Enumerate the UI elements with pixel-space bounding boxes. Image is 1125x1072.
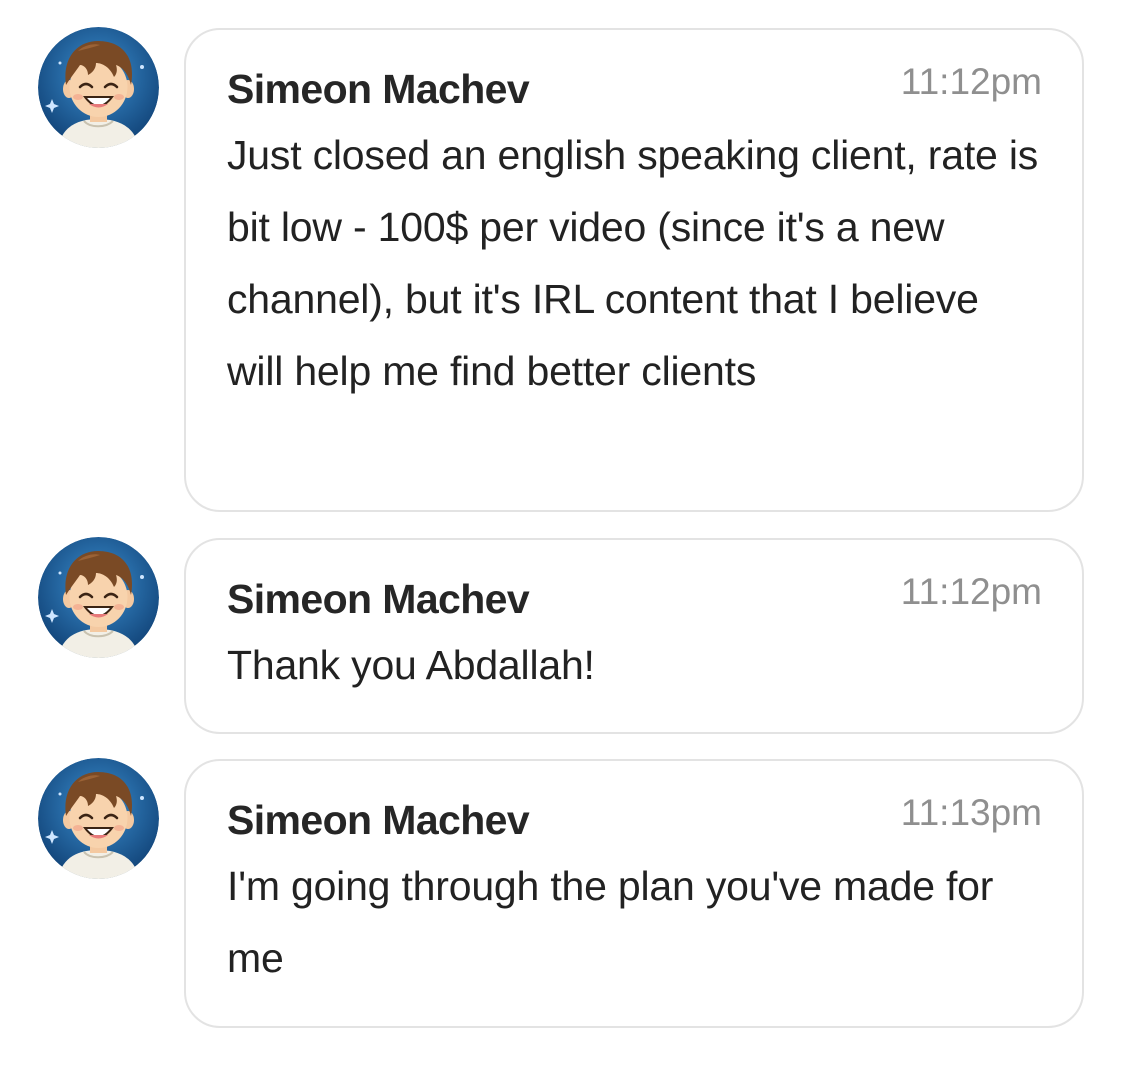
message-timestamp: 11:13pm bbox=[900, 792, 1042, 833]
message-header: Simeon Machev 11:13pm bbox=[227, 791, 1042, 849]
cartoon-boy-avatar-icon bbox=[38, 27, 159, 148]
avatar[interactable] bbox=[38, 27, 159, 148]
sender-name[interactable]: Simeon Machev bbox=[227, 60, 530, 118]
cartoon-boy-avatar-icon bbox=[38, 537, 159, 658]
sender-name[interactable]: Simeon Machev bbox=[227, 570, 530, 628]
sender-name[interactable]: Simeon Machev bbox=[227, 791, 530, 849]
message-timestamp: 11:12pm bbox=[900, 61, 1042, 102]
message-bubble[interactable]: Simeon Machev 11:12pm Just closed an eng… bbox=[184, 28, 1084, 512]
message-header: Simeon Machev 11:12pm bbox=[227, 570, 1042, 628]
message-header: Simeon Machev 11:12pm bbox=[227, 60, 1042, 118]
message-text: I'm going through the plan you've made f… bbox=[227, 863, 994, 981]
avatar[interactable] bbox=[38, 758, 159, 879]
message-bubble[interactable]: Simeon Machev 11:12pm Thank you Abdallah… bbox=[184, 538, 1084, 734]
avatar[interactable] bbox=[38, 537, 159, 658]
message-timestamp: 11:12pm bbox=[900, 571, 1042, 612]
cartoon-boy-avatar-icon bbox=[38, 758, 159, 879]
message-bubble[interactable]: Simeon Machev 11:13pm I'm going through … bbox=[184, 759, 1084, 1028]
message-text: Just closed an english speaking client, … bbox=[227, 132, 1039, 394]
message-text: Thank you Abdallah! bbox=[227, 642, 595, 688]
